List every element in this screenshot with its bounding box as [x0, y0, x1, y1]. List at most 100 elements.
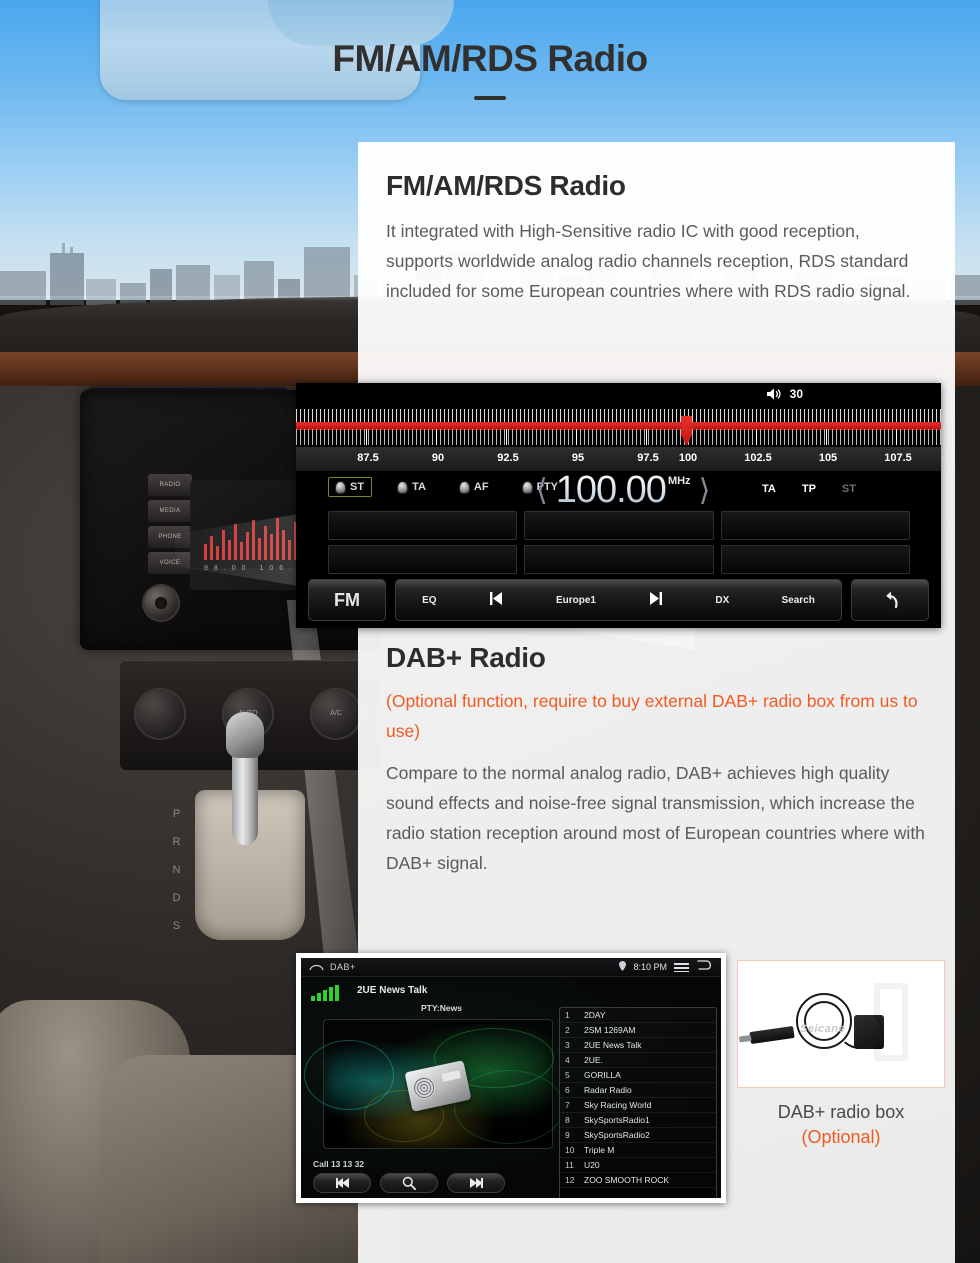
dab-search-button[interactable]: [380, 1173, 438, 1193]
scale-label-6: 102.5: [744, 452, 772, 464]
dab-screenshot: DAB+ 8:10 PM 2UE News Talk PTY:News Call…: [296, 953, 726, 1203]
volume-indicator: 30: [766, 387, 803, 401]
station-name: SkySportsRadio2: [584, 1130, 650, 1140]
preset-button-6[interactable]: [720, 545, 910, 574]
list-item[interactable]: 10 Triple M: [560, 1143, 716, 1158]
rds-button-ta[interactable]: TA: [390, 477, 434, 497]
next-track-icon[interactable]: [648, 591, 663, 609]
dial-ticks-bottom: [296, 429, 941, 445]
btn-radio: RADIO: [148, 474, 192, 496]
chevron-right-icon[interactable]: ⟩: [691, 475, 719, 506]
station-number: 2: [565, 1025, 570, 1035]
back-arrow-icon: [886, 591, 898, 609]
rds-st-label: ST: [350, 481, 365, 493]
preset-button-2[interactable]: [524, 511, 714, 540]
btn-voice: VOICE: [148, 552, 192, 574]
rds-button-af[interactable]: AF: [452, 477, 497, 497]
preset-button-5[interactable]: [524, 545, 714, 574]
btn-phone: PHONE: [148, 526, 192, 548]
dial-scale-labels: 87.5 90 92.5 95 97.5 100 102.5 105 107.5: [296, 447, 941, 471]
page-title: FM/AM/RDS Radio: [332, 38, 648, 79]
signal-bars-icon: [311, 985, 339, 1001]
dab-next-button[interactable]: [447, 1173, 505, 1193]
head-unit-buttons: RADIO MEDIA PHONE VOICE: [148, 474, 192, 584]
preset-name-button[interactable]: Europe1: [556, 595, 596, 606]
rds-flags: TA TP ST: [762, 483, 856, 495]
btn-media: MEDIA: [148, 500, 192, 522]
radio-screenshot: 30 87.5 90 92.5 95 97.5 100 102.5 105 10…: [296, 383, 941, 628]
station-number: 7: [565, 1100, 570, 1110]
scale-label-4: 97.5: [637, 452, 659, 464]
station-name: 2UE News Talk: [584, 1040, 642, 1050]
home-icon[interactable]: [309, 958, 324, 976]
station-number: 4: [565, 1055, 570, 1065]
rds-button-st[interactable]: ST: [328, 477, 373, 497]
title-underline: [474, 96, 506, 100]
list-item[interactable]: 5 GORILLA: [560, 1068, 716, 1083]
list-item[interactable]: 1 2DAY: [560, 1008, 716, 1023]
dab-station-name: 2UE News Talk: [357, 985, 428, 996]
section-2-note: (Optional function, require to buy exter…: [386, 691, 918, 742]
preset-button-3[interactable]: [720, 511, 910, 540]
scale-label-8: 107.5: [884, 452, 912, 464]
section-1-body: It integrated with High-Sensitive radio …: [386, 221, 911, 302]
dab-box-card: Seicane DAB+ radio box (Optional): [737, 960, 955, 1205]
scale-label-0: 87.5: [357, 452, 379, 464]
dab-pty-label: PTY:News: [421, 1003, 462, 1013]
back-button[interactable]: [851, 579, 929, 621]
station-name: GORILLA: [584, 1070, 621, 1080]
page-header: FM/AM/RDS Radio: [0, 0, 980, 130]
station-number: 9: [565, 1130, 570, 1140]
radio-control-bar: EQ Europe1 DX Search: [395, 579, 842, 621]
station-name: 2SM 1269AM: [584, 1025, 636, 1035]
speaker-icon: [766, 388, 781, 400]
flag-ta: TA: [762, 483, 776, 495]
volume-value: 30: [789, 387, 803, 401]
station-name: Triple M: [584, 1145, 615, 1155]
station-name: ZOO SMOOTH ROCK: [584, 1175, 669, 1185]
frequency-unit: MHz: [667, 475, 691, 487]
dab-station-list[interactable]: 1 2DAY 2 2SM 1269AM 3 2UE News Talk 4 2UE. 5…: [559, 1007, 717, 1198]
list-item[interactable]: 9 SkySportsRadio2: [560, 1128, 716, 1143]
list-item[interactable]: 8 SkySportsRadio1: [560, 1113, 716, 1128]
prev-track-icon: [335, 1178, 349, 1188]
flag-st: ST: [841, 483, 856, 495]
list-item[interactable]: 12 ZOO SMOOTH ROCK: [560, 1173, 716, 1188]
search-icon: [402, 1176, 416, 1190]
dx-button[interactable]: DX: [715, 595, 729, 606]
station-name: 2DAY: [584, 1010, 606, 1020]
hamburger-icon[interactable]: [674, 962, 689, 972]
list-item[interactable]: 2 2SM 1269AM: [560, 1023, 716, 1038]
eq-button[interactable]: EQ: [422, 595, 436, 606]
coiled-cable-inner: [804, 1001, 844, 1041]
chevron-left-icon[interactable]: ⟨: [528, 475, 556, 506]
station-name: Sky Racing World: [584, 1100, 652, 1110]
dab-prev-button[interactable]: [313, 1173, 371, 1193]
search-button[interactable]: Search: [781, 595, 814, 606]
shifter-knob: [226, 712, 264, 758]
station-name: SkySportsRadio1: [584, 1115, 650, 1125]
preset-button-1[interactable]: [328, 511, 518, 540]
prev-track-icon[interactable]: [489, 591, 504, 609]
station-number: 8: [565, 1115, 570, 1125]
back-arrow-icon[interactable]: [696, 958, 713, 976]
preset-button-4[interactable]: [328, 545, 518, 574]
station-number: 5: [565, 1070, 570, 1080]
list-item[interactable]: 11 U20: [560, 1158, 716, 1173]
list-item[interactable]: 6 Radar Radio: [560, 1083, 716, 1098]
power-knob: [144, 586, 178, 620]
tuner-row: ST TA AF PTY ⟨ 100.00 MHz ⟩ TA TP ST: [296, 469, 941, 513]
band-button[interactable]: FM: [308, 579, 386, 621]
station-name: 2UE.: [584, 1055, 603, 1065]
frequency-value: 100.00: [555, 469, 667, 511]
station-name: Radar Radio: [584, 1085, 632, 1095]
list-item[interactable]: 4 2UE.: [560, 1053, 716, 1068]
tuning-dial[interactable]: 87.5 90 92.5 95 97.5 100 102.5 105 107.5: [296, 409, 941, 471]
dab-box-caption: DAB+ radio box: [777, 1102, 905, 1122]
list-item[interactable]: 3 2UE News Talk: [560, 1038, 716, 1053]
scale-label-5: 100: [678, 452, 698, 464]
list-item[interactable]: 7 Sky Racing World: [560, 1098, 716, 1113]
ac-dial: A/C: [312, 690, 360, 738]
indicator-lamp-icon: [336, 481, 345, 493]
usb-plug: [749, 1025, 795, 1045]
